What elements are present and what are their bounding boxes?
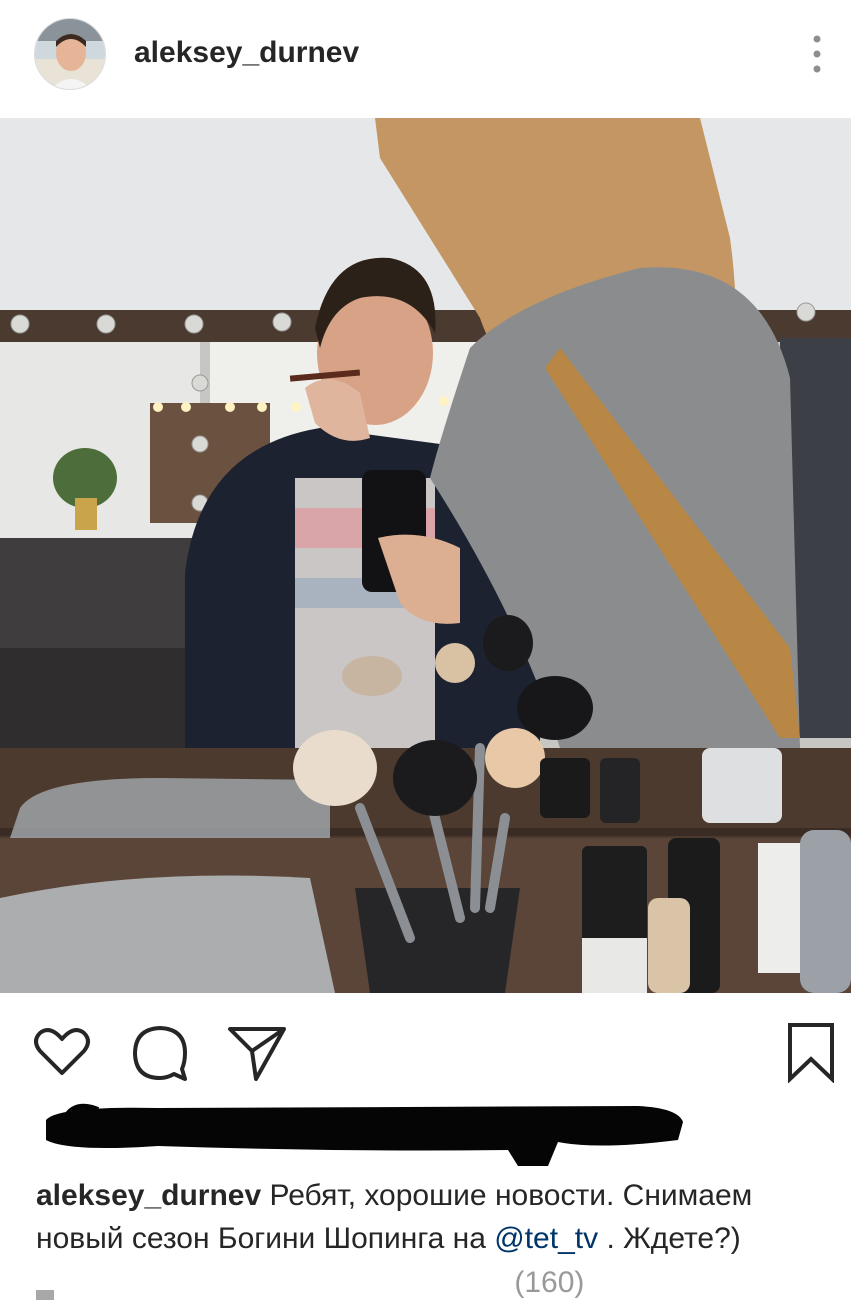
caption-username[interactable]: aleksey_durnev (36, 1179, 261, 1212)
post-caption: aleksey_durnev Ребят, хорошие новости. С… (36, 1174, 836, 1260)
comment-button[interactable] (128, 1019, 192, 1083)
more-vertical-icon (813, 35, 821, 73)
post-header: aleksey_durnev (0, 0, 851, 118)
like-button[interactable] (30, 1019, 94, 1083)
view-comments-cut-text (36, 1274, 506, 1300)
post-image[interactable] (0, 118, 851, 993)
caption-text-line2: новый сезон Богини Шопинга на (36, 1222, 486, 1255)
caption-text-end: . Ждете?) (606, 1222, 741, 1255)
share-button[interactable] (226, 1019, 290, 1083)
heart-icon (34, 1028, 90, 1075)
action-bar (0, 1005, 851, 1095)
bookmark-icon (788, 1023, 834, 1084)
avatar[interactable] (34, 18, 106, 90)
share-icon (228, 1027, 286, 1081)
more-options-button[interactable] (800, 30, 834, 78)
comment-icon (133, 1026, 187, 1081)
post-username[interactable]: aleksey_durnev (134, 36, 359, 70)
redacted-likes-line (46, 1103, 683, 1166)
view-comments-link[interactable]: (160) (36, 1266, 584, 1300)
comments-count: (160) (514, 1266, 585, 1299)
save-button[interactable] (778, 1019, 842, 1084)
caption-mention-link[interactable]: @tet_tv (494, 1222, 598, 1255)
caption-text-line1: Ребят, хорошие новости. Снимаем (269, 1179, 753, 1212)
